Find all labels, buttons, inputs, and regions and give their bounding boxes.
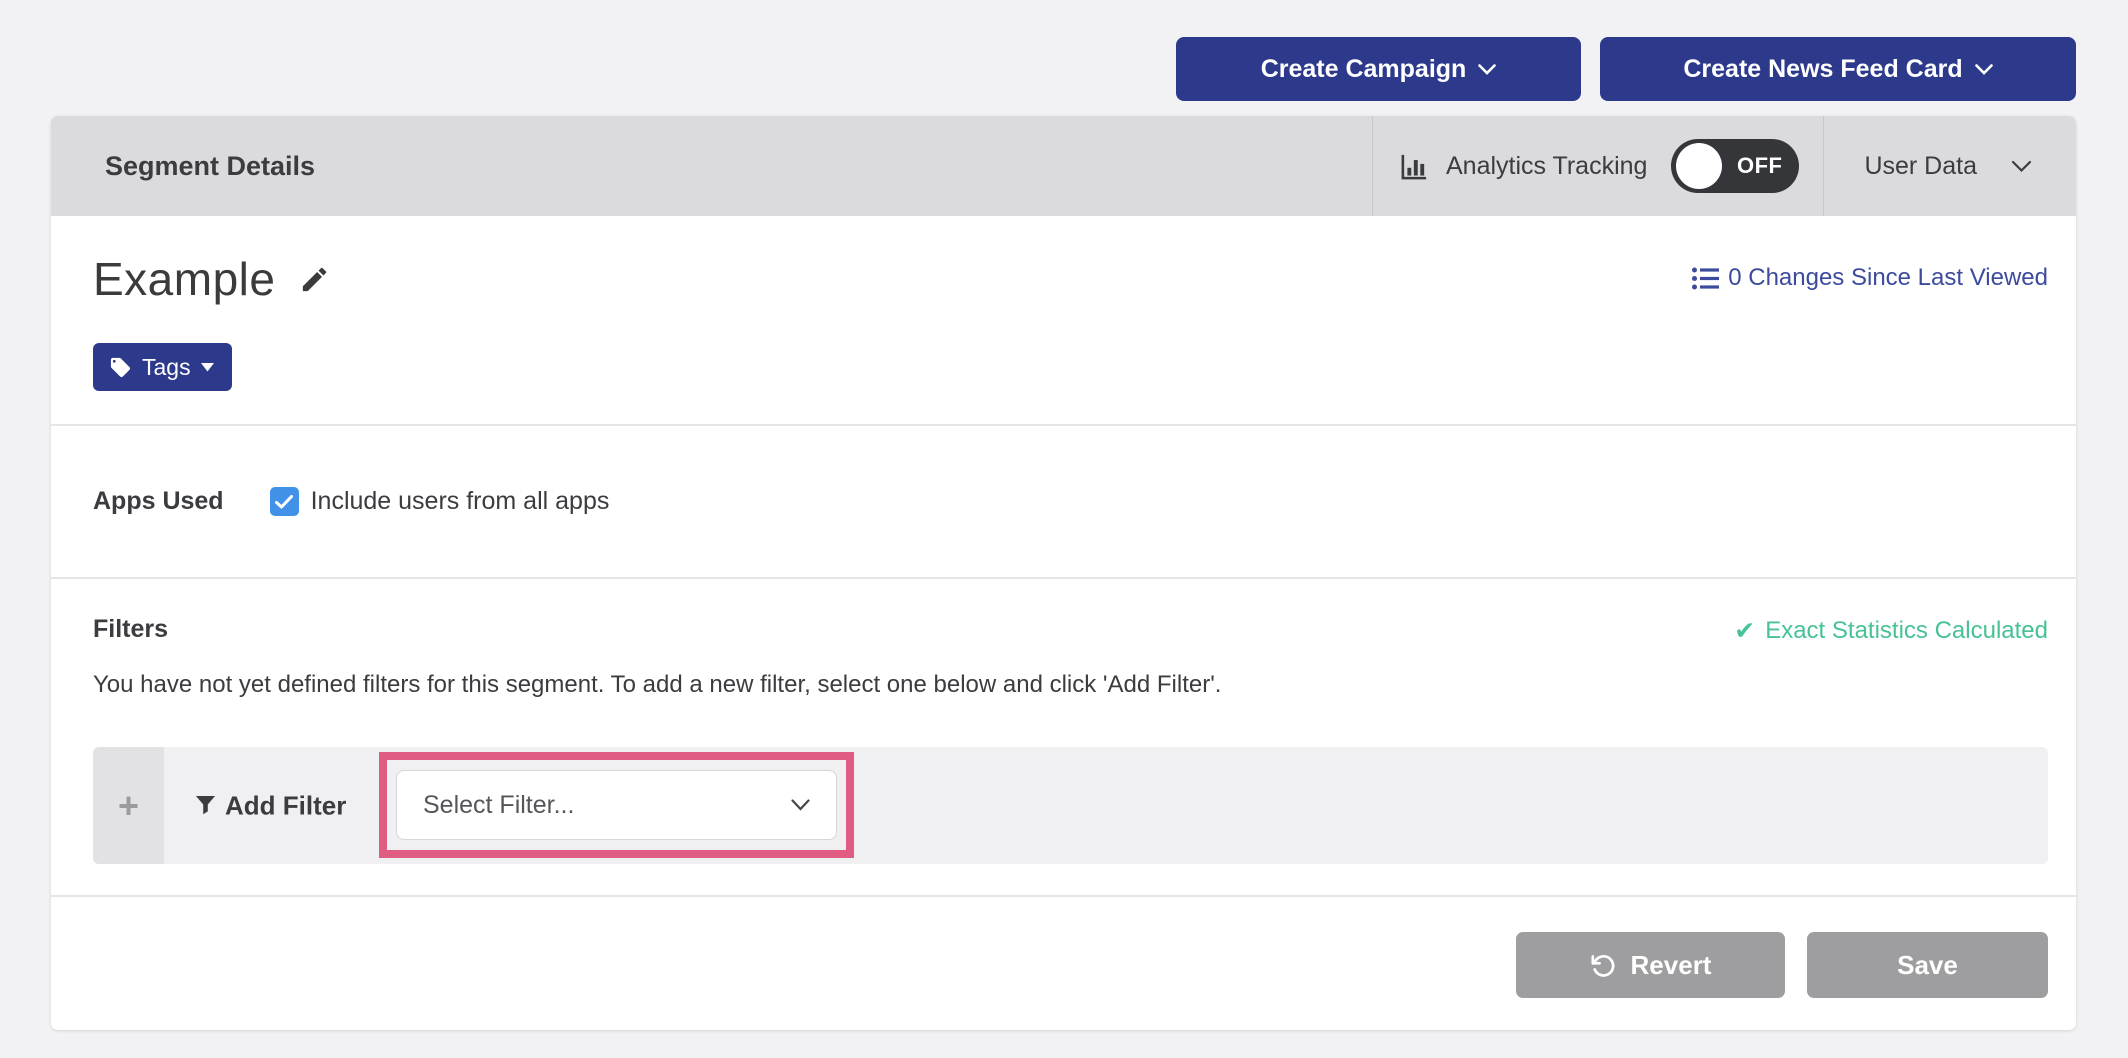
exact-statistics-status: ✔ Exact Statistics Calculated [1734,617,2048,645]
apps-used-label: Apps Used [93,487,224,516]
apps-used-section: Apps Used Include users from all apps [51,424,2076,577]
filters-heading: Filters [93,615,168,644]
include-all-apps-label: Include users from all apps [311,487,610,516]
toggle-state-label: OFF [1737,153,1783,179]
card-header: Segment Details Analytics Tracking OFF U… [51,116,2076,216]
analytics-tracking-section: Analytics Tracking OFF [1372,116,1823,216]
add-filter-label: Add Filter [225,790,346,821]
toggle-knob [1676,143,1722,189]
add-filter-row: + Add Filter Select Filter... [93,747,2048,864]
save-label: Save [1897,950,1958,981]
pencil-icon [299,264,330,295]
tag-icon [109,356,132,379]
chevron-down-icon [2011,160,2032,173]
select-filter-placeholder: Select Filter... [423,791,574,820]
undo-icon [1590,952,1617,979]
check-icon: ✔ [1734,619,1755,644]
segment-name: Example [93,252,275,306]
caret-down-icon [201,363,214,372]
user-data-dropdown[interactable]: User Data [1823,116,2076,216]
checkbox-checked-icon[interactable] [270,487,299,516]
revert-button[interactable]: Revert [1516,932,1785,998]
card-footer: Revert Save [51,895,2076,1028]
changes-since-last-viewed-link[interactable]: 0 Changes Since Last Viewed [1692,264,2048,292]
user-data-label: User Data [1864,152,1977,181]
tags-dropdown-button[interactable]: Tags [93,343,232,391]
create-news-feed-card-button[interactable]: Create News Feed Card [1600,37,2076,101]
exact-statistics-label: Exact Statistics Calculated [1765,617,2048,645]
analytics-tracking-label: Analytics Tracking [1446,152,1647,181]
add-filter-group-button[interactable]: + [93,747,164,864]
chevron-down-icon [1478,64,1496,75]
save-button[interactable]: Save [1807,932,2048,998]
chevron-down-icon [791,799,810,811]
tags-label: Tags [142,354,191,381]
create-campaign-button[interactable]: Create Campaign [1176,37,1581,101]
page-title: Segment Details [51,116,1372,216]
check-icon [275,495,293,509]
select-filter-highlight: Select Filter... [379,752,854,858]
add-filter-label-group: Add Filter [195,790,346,821]
create-campaign-label: Create Campaign [1261,55,1467,84]
edit-name-button[interactable] [299,264,330,295]
segment-details-card: Segment Details Analytics Tracking OFF U… [51,116,2076,1030]
select-filter-dropdown[interactable]: Select Filter... [396,770,837,840]
bar-chart-icon [1399,151,1430,182]
filter-funnel-icon [195,795,216,817]
list-icon [1692,267,1719,290]
plus-icon: + [118,788,139,824]
filters-section: Filters ✔ Exact Statistics Calculated Yo… [51,577,2076,895]
analytics-tracking-toggle[interactable]: OFF [1671,139,1799,193]
create-news-feed-card-label: Create News Feed Card [1683,55,1962,84]
include-all-apps-option[interactable]: Include users from all apps [270,487,610,516]
changes-link-label: 0 Changes Since Last Viewed [1728,264,2048,292]
revert-label: Revert [1631,950,1712,981]
segment-title-section: Example 0 Changes Since Last Viewed Tags [51,216,2076,424]
filters-empty-message: You have not yet defined filters for thi… [93,671,1221,699]
chevron-down-icon [1975,64,1993,75]
